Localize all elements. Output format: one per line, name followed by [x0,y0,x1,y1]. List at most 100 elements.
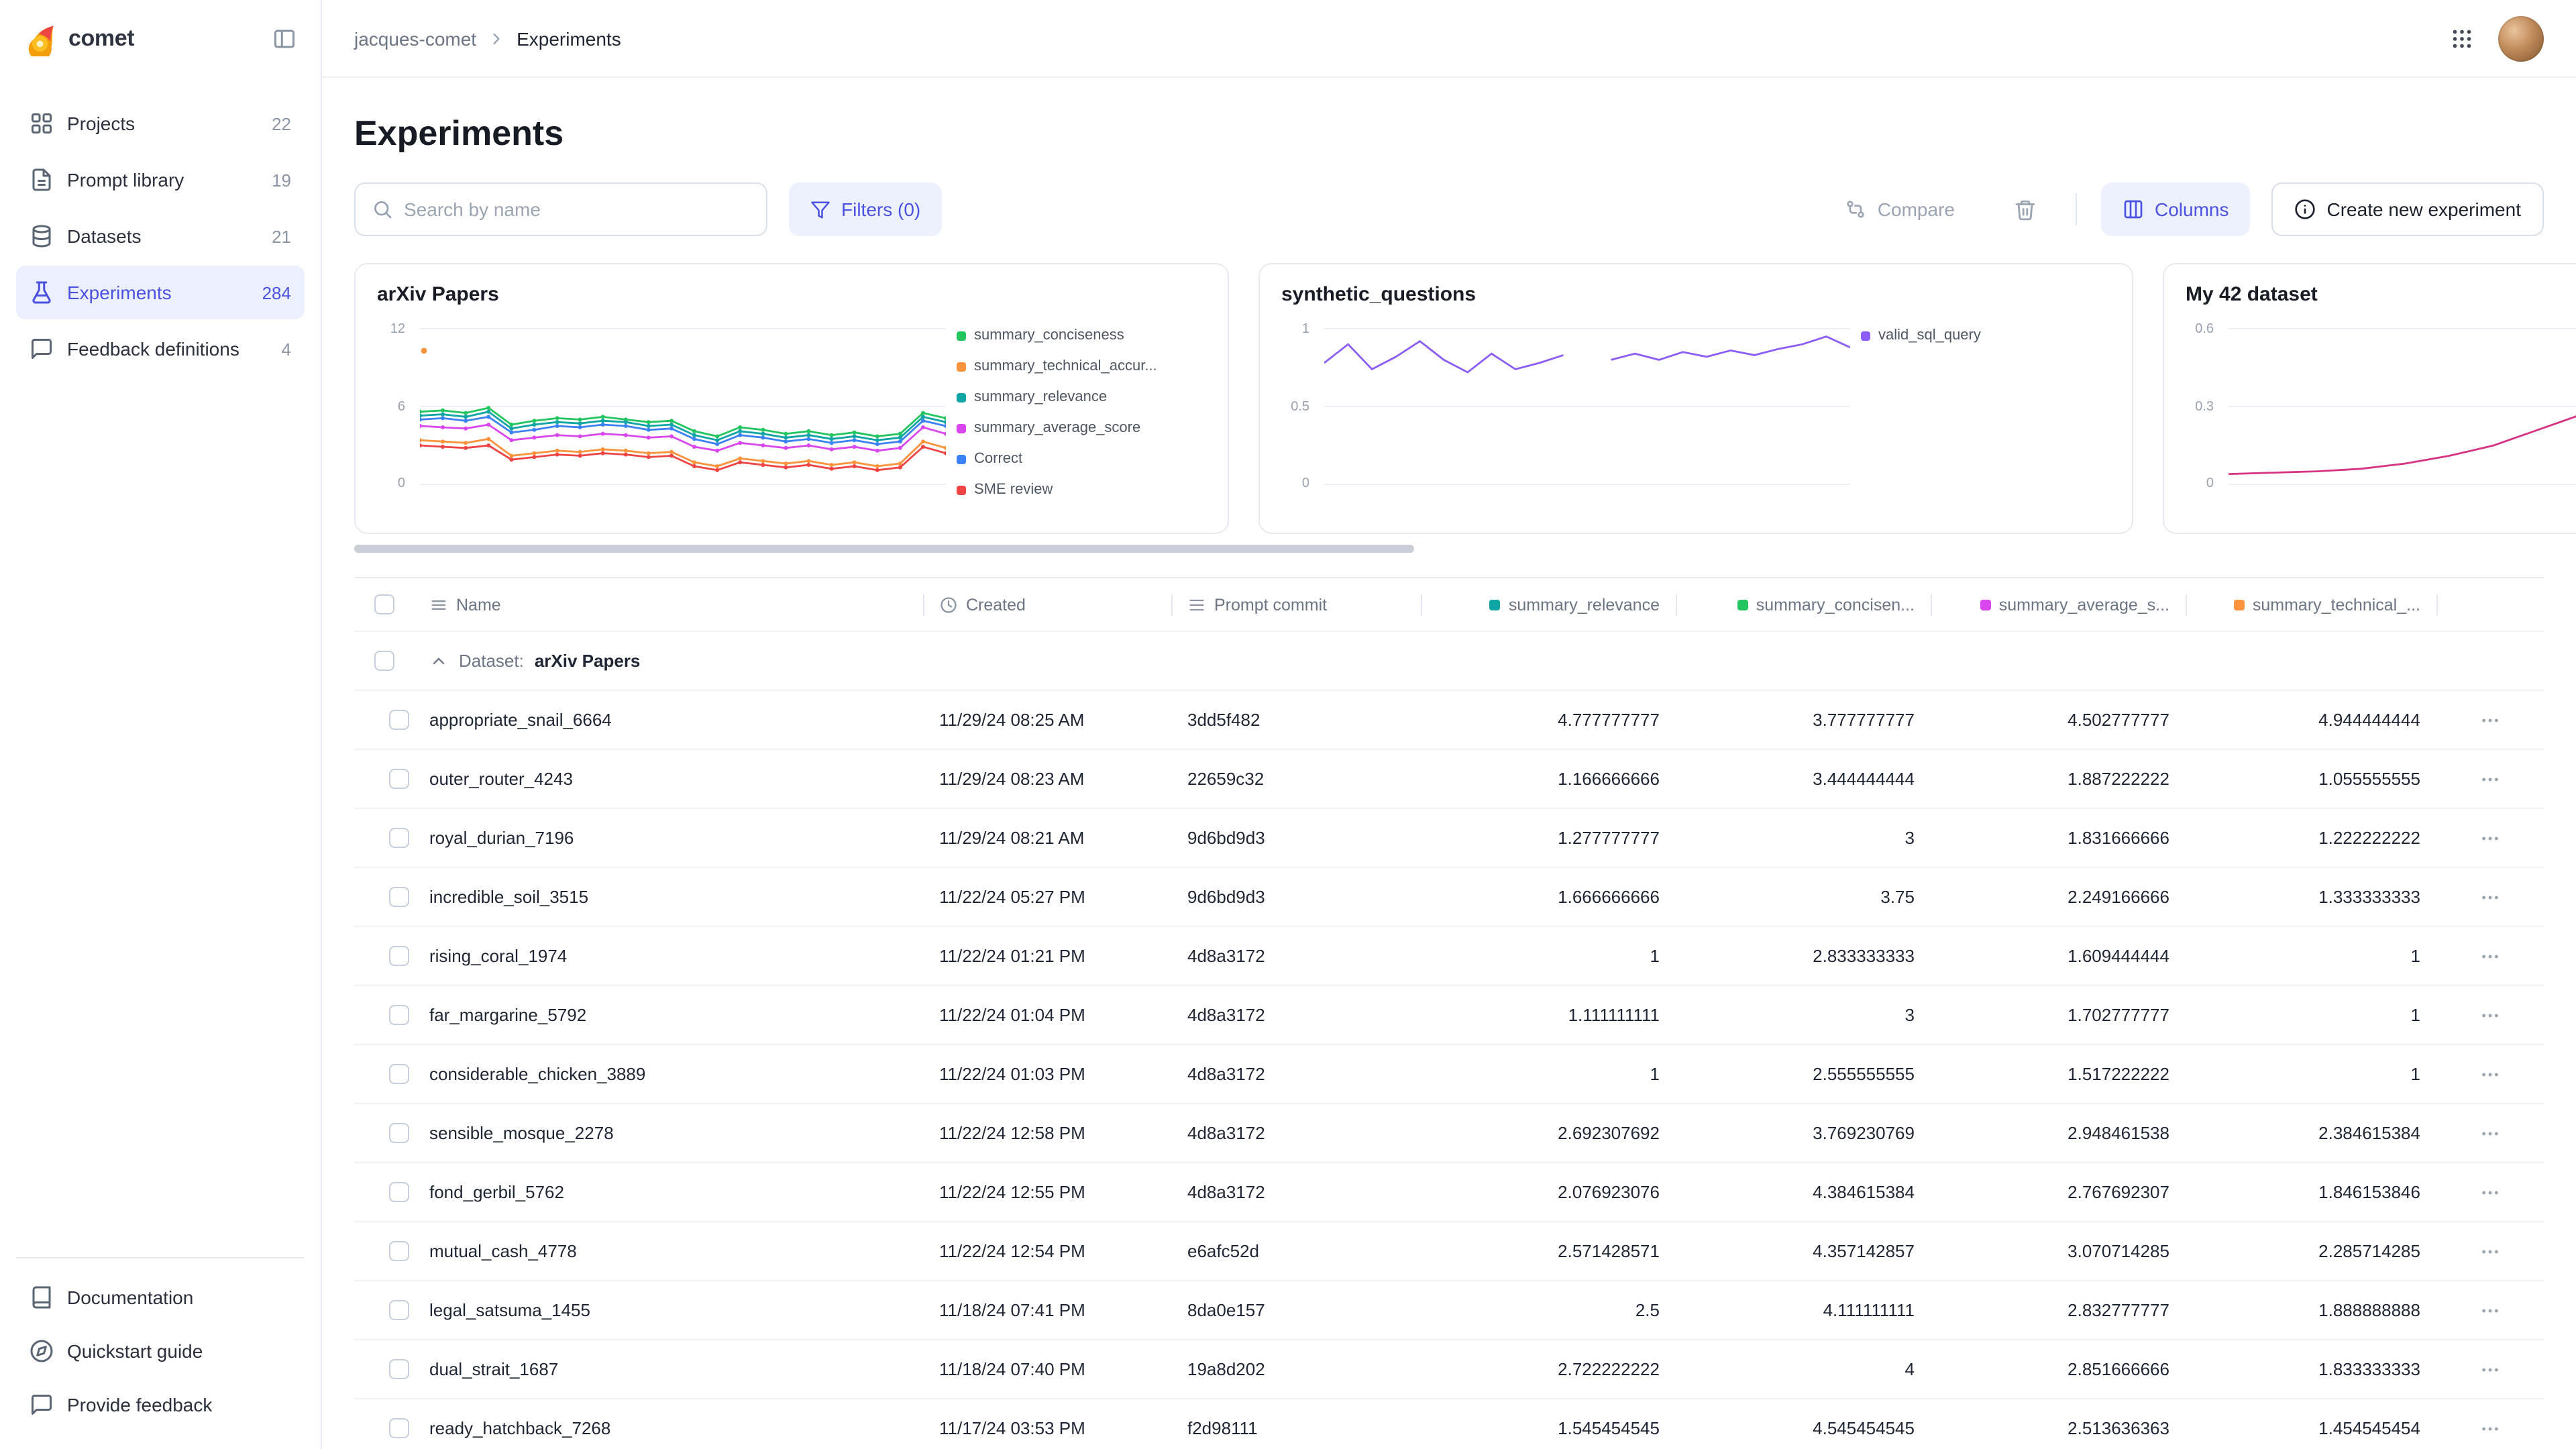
column-header-summary-average-score[interactable]: summary_average_s... [1931,578,2186,631]
select-all-checkbox[interactable] [374,594,394,614]
experiment-name-link[interactable]: rising_coral_1974 [429,946,567,966]
create-new-experiment-button[interactable]: Create new experiment [2272,182,2544,236]
row-checkbox[interactable] [389,710,409,730]
experiment-name-link[interactable]: fond_gerbil_5762 [429,1182,564,1202]
column-header-name[interactable]: Name [413,578,923,631]
row-menu-button[interactable] [2474,1176,2506,1208]
row-menu-button[interactable] [2474,704,2506,736]
delete-button[interactable] [1998,182,2051,236]
prompt-commit-link[interactable]: 4d8a3172 [1187,1182,1265,1202]
prompt-commit-link[interactable]: 9d6bd9d3 [1187,887,1265,907]
row-checkbox[interactable] [389,887,409,907]
row-checkbox[interactable] [389,1241,409,1261]
experiment-name-link[interactable]: considerable_chicken_3889 [429,1064,645,1084]
column-header-summary-relevance[interactable]: summary_relevance [1421,578,1676,631]
table-row[interactable]: sensible_mosque_227811/22/24 12:58 PM4d8… [354,1104,2544,1163]
experiment-name-link[interactable]: far_margarine_5792 [429,1005,586,1025]
legend-item[interactable]: valid_sql_query [1861,327,2086,345]
row-checkbox[interactable] [389,946,409,966]
table-row[interactable]: incredible_soil_351511/22/24 05:27 PM9d6… [354,868,2544,927]
chart-card[interactable]: arXiv Papers1260summary_concisenesssumma… [354,263,1229,534]
comet-logo[interactable]: comet [24,21,134,56]
legend-item[interactable]: SME review [957,482,1182,499]
row-checkbox[interactable] [389,1123,409,1143]
search-input[interactable] [404,199,750,220]
legend-item[interactable]: summary_conciseness [957,327,1182,345]
row-checkbox[interactable] [389,1064,409,1084]
row-menu-button[interactable] [2474,999,2506,1031]
legend-item[interactable]: summary_relevance [957,389,1182,407]
column-header-prompt-commit[interactable]: Prompt commit [1171,578,1421,631]
experiment-name-link[interactable]: appropriate_snail_6664 [429,710,612,730]
prompt-commit-link[interactable]: 4d8a3172 [1187,1005,1265,1025]
breadcrumb-workspace[interactable]: jacques-comet [354,28,476,49]
prompt-commit-link[interactable]: 4d8a3172 [1187,1123,1265,1143]
prompt-commit-link[interactable]: 4d8a3172 [1187,1064,1265,1084]
row-checkbox[interactable] [389,828,409,848]
column-header-summary-technical[interactable]: summary_technical_... [2186,578,2436,631]
compare-button[interactable]: Compare [1824,182,1976,236]
legend-item[interactable]: summary_technical_accur... [957,358,1182,376]
row-menu-button[interactable] [2474,1294,2506,1326]
row-menu-button[interactable] [2474,1117,2506,1149]
prompt-commit-link[interactable]: 9d6bd9d3 [1187,828,1265,848]
row-menu-button[interactable] [2474,1353,2506,1385]
row-menu-button[interactable] [2474,940,2506,972]
table-row[interactable]: legal_satsuma_145511/18/24 07:41 PM8da0e… [354,1281,2544,1340]
sidebar-item-documentation[interactable]: Documentation [16,1272,305,1323]
row-checkbox[interactable] [389,769,409,789]
sidebar-item-quickstart-guide[interactable]: Quickstart guide [16,1326,305,1377]
table-row[interactable]: royal_durian_719611/29/24 08:21 AM9d6bd9… [354,809,2544,868]
prompt-commit-link[interactable]: 8da0e157 [1187,1300,1265,1320]
prompt-commit-link[interactable]: e6afc52d [1187,1241,1259,1261]
sidebar-item-projects[interactable]: Projects22 [16,97,305,150]
row-menu-button[interactable] [2474,822,2506,854]
row-menu-button[interactable] [2474,763,2506,795]
row-checkbox[interactable] [389,1359,409,1379]
prompt-commit-link[interactable]: 22659c32 [1187,769,1264,789]
row-menu-button[interactable] [2474,1235,2506,1267]
legend-item[interactable]: summary_average_score [957,420,1182,437]
table-row[interactable]: rising_coral_197411/22/24 01:21 PM4d8a31… [354,927,2544,986]
experiment-name-link[interactable]: legal_satsuma_1455 [429,1300,590,1320]
experiment-name-link[interactable]: outer_router_4243 [429,769,573,789]
filters-button[interactable]: Filters (0) [789,182,942,236]
row-menu-button[interactable] [2474,1058,2506,1090]
table-row[interactable]: ready_hatchback_726811/17/24 03:53 PMf2d… [354,1399,2544,1449]
column-header-summary-conciseness[interactable]: summary_concisen... [1676,578,1931,631]
prompt-commit-link[interactable]: 3dd5f482 [1187,710,1260,730]
cards-scrollbar[interactable] [354,545,2544,553]
row-checkbox[interactable] [389,1418,409,1438]
collapse-sidebar-button[interactable] [272,27,297,51]
table-row[interactable]: outer_router_424311/29/24 08:23 AM22659c… [354,750,2544,809]
table-row[interactable]: mutual_cash_477811/22/24 12:54 PMe6afc52… [354,1222,2544,1281]
sidebar-item-datasets[interactable]: Datasets21 [16,209,305,263]
chevron-up-icon[interactable] [429,651,448,670]
columns-button[interactable]: Columns [2101,182,2251,236]
prompt-commit-link[interactable]: 4d8a3172 [1187,946,1265,966]
chart-card[interactable]: My 42 dataset0.60.30 [2163,263,2576,534]
experiment-name-link[interactable]: sensible_mosque_2278 [429,1123,614,1143]
dataset-link[interactable]: arXiv Papers [535,651,641,671]
group-checkbox[interactable] [374,651,394,671]
cards-scrollbar-thumb[interactable] [354,545,1414,553]
row-menu-button[interactable] [2474,881,2506,913]
table-row[interactable]: far_margarine_579211/22/24 01:04 PM4d8a3… [354,986,2544,1045]
table-row[interactable]: dual_strait_168711/18/24 07:40 PM19a8d20… [354,1340,2544,1399]
legend-item[interactable]: Correct [957,451,1182,468]
prompt-commit-link[interactable]: 19a8d202 [1187,1359,1265,1379]
row-checkbox[interactable] [389,1300,409,1320]
chart-card[interactable]: synthetic_questions10.50valid_sql_query [1258,263,2133,534]
row-checkbox[interactable] [389,1182,409,1202]
prompt-commit-link[interactable]: f2d98111 [1187,1418,1258,1438]
experiment-name-link[interactable]: ready_hatchback_7268 [429,1418,610,1438]
experiment-name-link[interactable]: dual_strait_1687 [429,1359,558,1379]
sidebar-item-experiments[interactable]: Experiments284 [16,266,305,319]
experiment-name-link[interactable]: royal_durian_7196 [429,828,574,848]
apps-menu-button[interactable] [2450,26,2474,50]
column-header-created[interactable]: Created [923,578,1171,631]
sidebar-item-prompt-library[interactable]: Prompt library19 [16,153,305,207]
sidebar-item-feedback-definitions[interactable]: Feedback definitions4 [16,322,305,376]
row-menu-button[interactable] [2474,1412,2506,1444]
row-checkbox[interactable] [389,1005,409,1025]
